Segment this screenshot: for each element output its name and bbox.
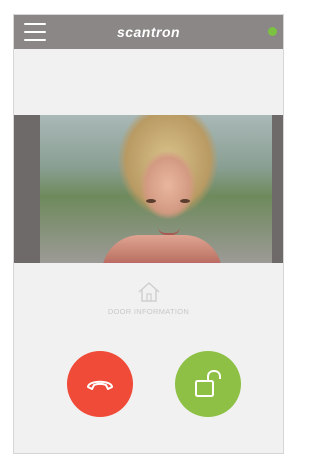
open-padlock-icon [195, 369, 221, 397]
hamburger-menu-icon[interactable] [24, 23, 46, 41]
door-information-label: DOOR INFORMATION [107, 307, 190, 316]
phone-hangup-icon [87, 380, 113, 390]
phone-screen: scantron DOOR INFORMATION [13, 14, 284, 454]
unlock-door-button[interactable] [175, 351, 241, 417]
face-eye [180, 199, 190, 203]
connection-status-icon [268, 27, 277, 36]
hang-up-button[interactable] [67, 351, 133, 417]
door-information-button[interactable]: DOOR INFORMATION [14, 281, 283, 316]
face-mouth [158, 227, 180, 235]
camera-image [40, 115, 272, 263]
app-header: scantron [14, 15, 283, 49]
person-shoulders [102, 235, 222, 263]
brand-logo: scantron [116, 24, 181, 40]
house-icon [137, 282, 160, 302]
video-feed [14, 115, 283, 263]
face-eye [146, 199, 156, 203]
